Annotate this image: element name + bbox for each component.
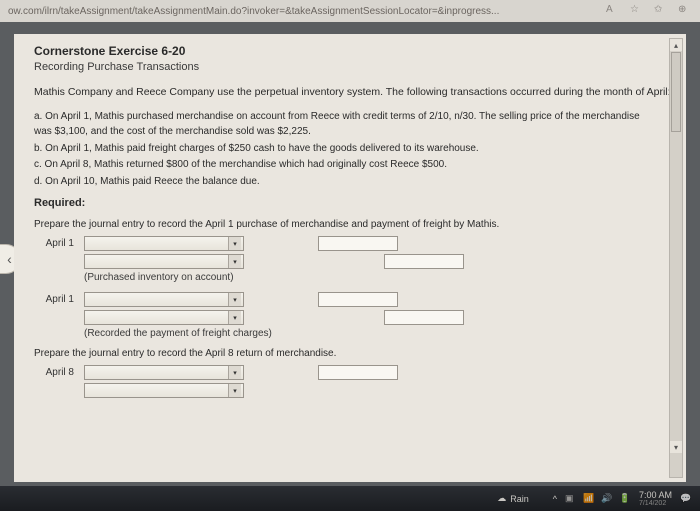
onedrive-icon[interactable]: ▣	[565, 493, 577, 505]
exercise-subtitle: Recording Purchase Transactions	[34, 61, 672, 73]
scroll-thumb[interactable]	[671, 52, 681, 132]
read-aloud-icon[interactable]: A	[606, 4, 620, 18]
chevron-down-icon: ▾	[228, 293, 241, 306]
tx-c: c. On April 8, Mathis returned $800 of t…	[34, 157, 654, 173]
account-dropdown[interactable]: ▾	[84, 310, 244, 325]
entry-note-2: (Recorded the payment of freight charges…	[84, 328, 672, 339]
transaction-list: a. On April 1, Mathis purchased merchand…	[34, 109, 672, 190]
chevron-down-icon: ▾	[228, 311, 241, 324]
date-label: April 1	[34, 238, 78, 249]
chevron-down-icon: ▾	[228, 384, 241, 397]
account-dropdown[interactable]: ▾	[84, 383, 244, 398]
notifications-icon[interactable]: 💬	[680, 493, 692, 505]
system-tray[interactable]: ▣ 📶 🔊 🔋	[565, 493, 631, 505]
debit-amount-input[interactable]	[318, 365, 398, 380]
required-label: Required:	[34, 197, 672, 209]
tx-a: a. On April 1, Mathis purchased merchand…	[34, 109, 654, 140]
chevron-down-icon: ▾	[228, 237, 241, 250]
weather-text: Rain	[510, 494, 529, 504]
weather-widget[interactable]: ☁ Rain	[497, 493, 529, 504]
scroll-up-button[interactable]: ▴	[670, 39, 682, 51]
instruction-1: Prepare the journal entry to record the …	[34, 219, 672, 230]
exercise-intro: Mathis Company and Reece Company use the…	[34, 85, 672, 101]
browser-address-bar[interactable]: ow.com/ilrn/takeAssignment/takeAssignmen…	[0, 0, 700, 22]
account-dropdown[interactable]: ▾	[84, 254, 244, 269]
scrollbar[interactable]: ▴ ▾	[669, 38, 683, 478]
credit-amount-input[interactable]	[384, 310, 464, 325]
account-dropdown[interactable]: ▾	[84, 292, 244, 307]
url-text: ow.com/ilrn/takeAssignment/takeAssignmen…	[8, 6, 606, 17]
debit-amount-input[interactable]	[318, 292, 398, 307]
scroll-down-button[interactable]: ▾	[670, 441, 682, 453]
account-dropdown[interactable]: ▾	[84, 236, 244, 251]
search-icon[interactable]	[253, 493, 265, 505]
date-text: 7/14/202	[639, 500, 672, 507]
debit-amount-input[interactable]	[318, 236, 398, 251]
tx-d: d. On April 10, Mathis paid Reece the ba…	[34, 174, 654, 190]
clock[interactable]: 7:00 AM 7/14/202	[639, 490, 672, 507]
tx-b: b. On April 1, Mathis paid freight charg…	[34, 141, 654, 157]
credit-amount-input[interactable]	[384, 254, 464, 269]
chevron-down-icon: ▾	[228, 366, 241, 379]
star-icon[interactable]: ☆	[630, 4, 644, 18]
date-label: April 8	[34, 367, 78, 378]
account-dropdown[interactable]: ▾	[84, 365, 244, 380]
wifi-icon[interactable]: 📶	[583, 493, 595, 505]
windows-taskbar[interactable]: ☁ Rain ^ ▣ 📶 🔊 🔋 7:00 AM 7/14/202 💬	[0, 486, 700, 511]
instruction-2: Prepare the journal entry to record the …	[34, 348, 672, 359]
chevron-down-icon: ▾	[228, 255, 241, 268]
address-icons: A ☆ ✩ ⊕	[606, 4, 692, 18]
date-label: April 1	[34, 294, 78, 305]
entry-note-1: (Purchased inventory on account)	[84, 272, 672, 283]
start-icon[interactable]	[233, 493, 245, 505]
collections-icon[interactable]: ⊕	[678, 4, 692, 18]
volume-icon[interactable]: 🔊	[601, 493, 613, 505]
assignment-content: ▴ ▾ Cornerstone Exercise 6-20 Recording …	[14, 34, 686, 482]
time-text: 7:00 AM	[639, 490, 672, 500]
favorite-icon[interactable]: ✩	[654, 4, 668, 18]
chevron-up-icon[interactable]: ^	[553, 494, 557, 504]
exercise-title: Cornerstone Exercise 6-20	[34, 44, 672, 58]
battery-icon[interactable]: 🔋	[619, 493, 631, 505]
weather-icon: ☁	[497, 493, 506, 504]
